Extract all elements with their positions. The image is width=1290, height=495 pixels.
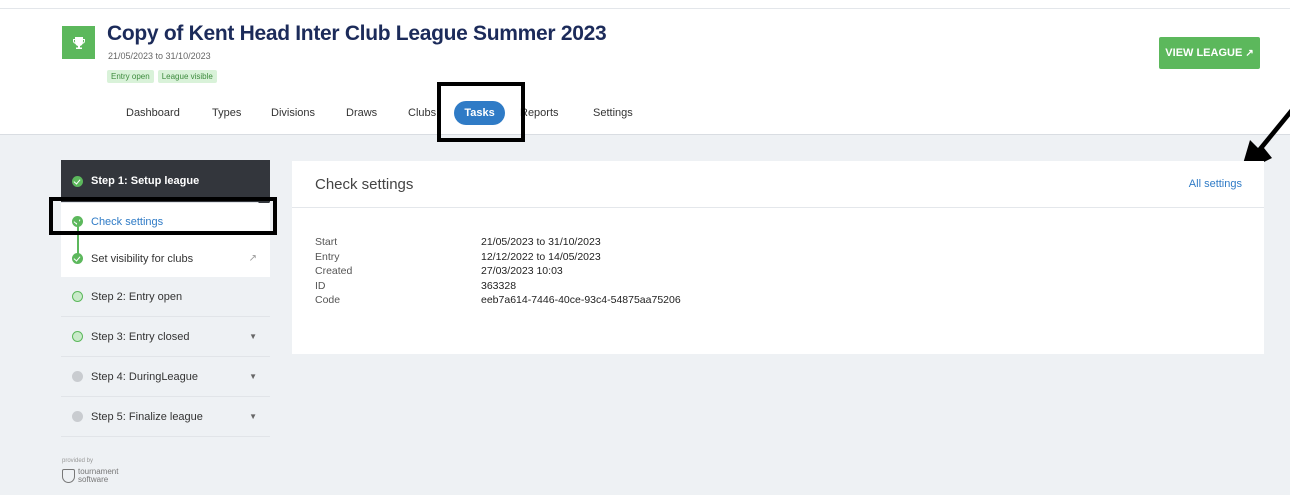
footer-branding: provided by tournament software [62,458,118,484]
substep-label: Set visibility for clubs [91,252,194,265]
property-value: eeb7a614-7446-40ce-93c4-54875aa75206 [481,294,681,306]
step-label: Step 2: Entry open [91,290,183,303]
view-league-button[interactable]: VIEW LEAGUE ↗ [1159,37,1260,69]
tournament-software-logo[interactable]: tournament software [62,468,118,484]
tasks-highlight-box [437,82,525,142]
check-settings-card: Check settings All settings Start 21/05/… [292,161,1264,354]
property-row: Entry 12/12/2022 to 14/05/2023 [315,250,681,265]
status-badges: Entry open League visible [107,70,217,83]
badge-entry-open: Entry open [107,70,154,83]
chevron-down-icon: ▼ [249,372,257,381]
circle-icon [72,331,83,342]
circle-icon [72,291,83,302]
settings-properties: Start 21/05/2023 to 31/10/2023 Entry 12/… [315,235,681,308]
property-row: Created 27/03/2023 10:03 [315,264,681,279]
property-row: Code eeb7a614-7446-40ce-93c4-54875aa7520… [315,293,681,308]
property-row: Start 21/05/2023 to 31/10/2023 [315,235,681,250]
shield-icon [62,469,75,483]
property-label: Code [315,294,341,306]
substep-set-visibility[interactable]: Set visibility for clubs ↗ [61,240,270,277]
property-value: 363328 [481,279,517,292]
step-entry-closed[interactable]: Step 3: Entry closed ▼ [61,317,270,357]
step-entry-open[interactable]: Step 2: Entry open [61,277,270,317]
property-label: Entry [315,250,340,263]
step-label: Step 5: Finalize league [91,410,203,423]
tab-types[interactable]: Types [212,101,241,125]
external-link-icon[interactable]: ↗ [249,253,257,264]
step-label: Step 1: Setup league [91,175,200,187]
league-dates: 21/05/2023 to 31/10/2023 [108,51,211,61]
card-title: Check settings [315,175,414,193]
property-value: 12/12/2022 to 14/05/2023 [481,250,601,263]
brand-line2: software [78,475,109,484]
property-label: Start [315,236,338,248]
check-circle-icon [72,253,83,264]
tab-divisions[interactable]: Divisions [271,101,315,125]
circle-icon [72,411,83,422]
trophy-icon [62,26,95,59]
tab-reports[interactable]: Reports [520,101,559,125]
provided-by-text: provided by [62,458,94,464]
tab-draws[interactable]: Draws [346,101,377,125]
tab-clubs[interactable]: Clubs [408,101,436,125]
all-settings-link[interactable]: All settings [1189,178,1242,190]
step-label: Step 4: DuringLeague [91,370,199,383]
page-title: Copy of Kent Head Inter Club League Summ… [107,22,607,45]
check-settings-highlight-box [49,197,277,235]
badge-league-visible: League visible [157,70,217,83]
card-header: Check settings All settings [292,161,1264,208]
property-row: ID 363328 [315,279,681,294]
property-label: ID [315,279,326,292]
tab-settings[interactable]: Settings [593,101,633,125]
chevron-down-icon: ▼ [249,332,257,341]
property-value: 27/03/2023 10:03 [481,265,563,277]
check-circle-icon [72,175,83,187]
property-value: 21/05/2023 to 31/10/2023 [481,236,601,248]
step-label: Step 3: Entry closed [91,330,190,343]
step-finalize-league[interactable]: Step 5: Finalize league ▼ [61,397,270,437]
view-league-label: VIEW LEAGUE [1165,47,1243,59]
external-link-icon: ↗ [1245,47,1254,59]
property-label: Created [315,265,353,277]
tab-dashboard[interactable]: Dashboard [126,101,180,125]
chevron-down-icon: ▼ [249,412,257,421]
step-during-league[interactable]: Step 4: DuringLeague ▼ [61,357,270,397]
top-divider [0,8,1290,9]
page-header: Copy of Kent Head Inter Club League Summ… [0,0,1290,135]
circle-icon [72,371,83,382]
